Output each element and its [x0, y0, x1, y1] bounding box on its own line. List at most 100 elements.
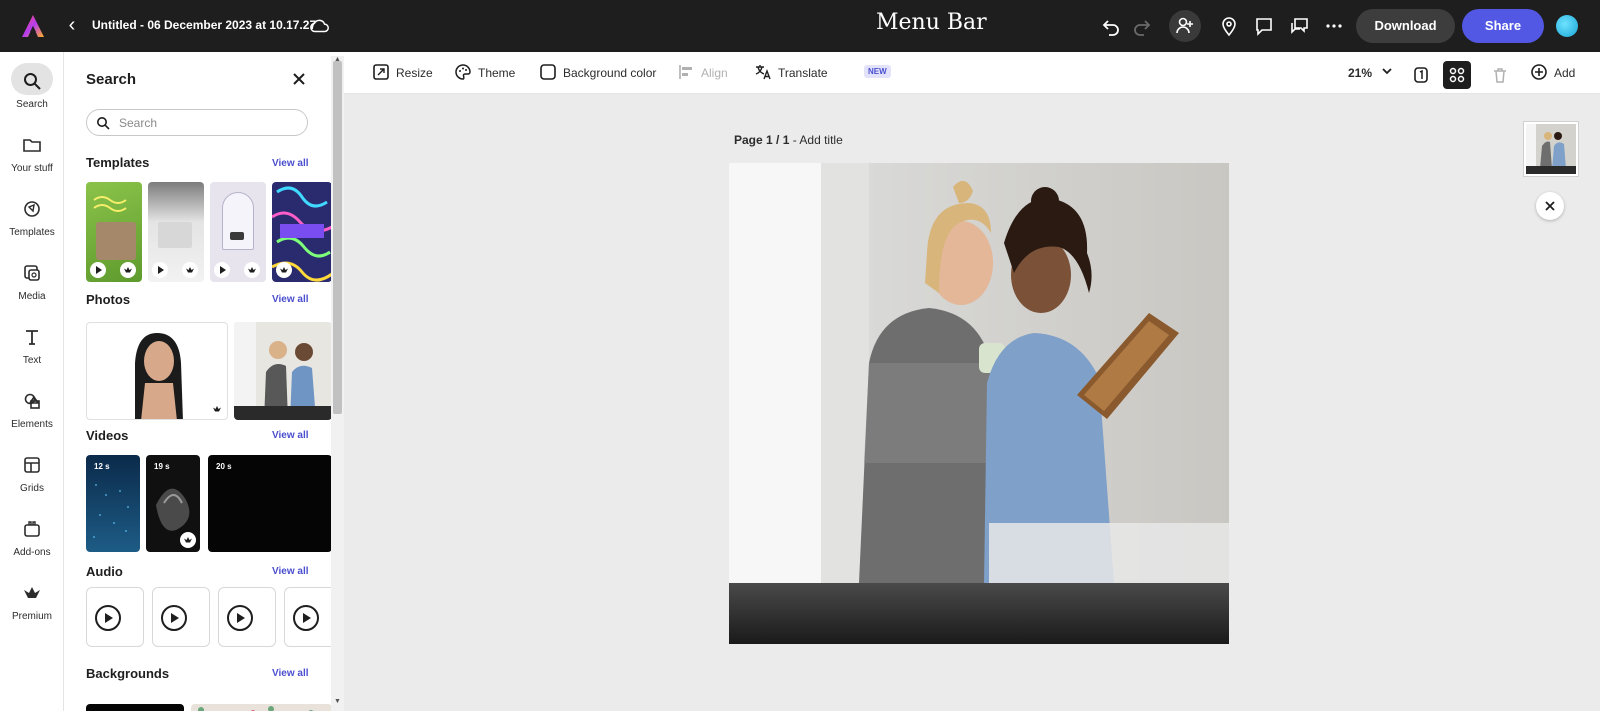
scrollbar-thumb[interactable] — [333, 61, 342, 414]
photos-section-title: Photos — [86, 292, 131, 307]
audio-track-card[interactable] — [152, 587, 210, 647]
video-thumbnail[interactable]: 20 s — [208, 455, 332, 552]
premium-crown-icon — [180, 532, 196, 548]
redo-icon — [1130, 14, 1154, 38]
trash-icon — [1486, 61, 1514, 89]
background-thumbnail[interactable] — [86, 704, 184, 711]
app-logo-icon[interactable] — [20, 13, 46, 39]
rail-item-your-stuff[interactable]: Your stuff — [0, 133, 64, 189]
chat-icon[interactable] — [1287, 14, 1311, 38]
text-icon — [20, 325, 44, 349]
zoom-level[interactable]: 21% — [1348, 66, 1372, 80]
backgrounds-section-title: Backgrounds — [86, 666, 170, 681]
more-options-icon[interactable] — [1322, 14, 1346, 38]
template-art — [222, 192, 254, 250]
template-thumbnail[interactable] — [272, 182, 332, 282]
panel-title: Search — [86, 71, 137, 88]
menu-bar-label: Menu Bar — [876, 10, 987, 35]
template-thumbnail[interactable] — [210, 182, 266, 282]
translate-icon — [755, 65, 771, 80]
rail-item-label: Media — [18, 291, 46, 302]
premium-crown-icon — [276, 262, 292, 278]
chevron-down-icon[interactable] — [1380, 64, 1394, 78]
video-thumbnail[interactable]: 12 s — [86, 455, 140, 552]
undo-icon[interactable] — [1099, 14, 1123, 38]
template-thumbnail[interactable] — [148, 182, 204, 282]
template-photo — [96, 222, 136, 260]
video-duration: 20 s — [216, 462, 232, 471]
editor-toolbar: Resize Theme Background color Align Tran… — [344, 52, 1600, 94]
search-input[interactable] — [119, 114, 299, 132]
cloud-sync-icon[interactable] — [309, 15, 331, 37]
page-thumbnail[interactable] — [1524, 122, 1578, 176]
rail-item-grids[interactable]: Grids — [0, 453, 64, 509]
rail-item-label: Templates — [9, 227, 55, 238]
canvas-photo[interactable] — [729, 163, 1229, 644]
avatar[interactable] — [1556, 15, 1578, 37]
scroll-down-arrow-icon[interactable]: ▼ — [334, 698, 341, 705]
panel-scrollbar[interactable]: ▲ ▼ — [331, 56, 344, 711]
grid-view-icon[interactable] — [1443, 61, 1471, 89]
audio-view-all-link[interactable]: View all — [272, 566, 309, 577]
page-count-icon[interactable] — [1407, 61, 1435, 89]
rail-item-text[interactable]: Text — [0, 325, 64, 381]
backgrounds-view-all-link[interactable]: View all — [272, 668, 309, 679]
play-icon[interactable] — [161, 605, 187, 631]
play-icon[interactable] — [95, 605, 121, 631]
addons-icon — [20, 517, 44, 541]
rail-item-templates[interactable]: Templates — [0, 197, 64, 253]
page-indicator: Page 1 / 1 - Add title — [734, 133, 843, 147]
template-thumbnail[interactable] — [86, 182, 142, 282]
crown-icon — [20, 581, 44, 605]
photos-view-all-link[interactable]: View all — [272, 294, 309, 305]
photo-thumbnail[interactable] — [86, 322, 228, 420]
rail-item-label: Search — [16, 99, 48, 110]
play-icon — [90, 262, 106, 278]
location-pin-icon[interactable] — [1217, 14, 1241, 38]
rail-item-elements[interactable]: Elements — [0, 389, 64, 445]
page-number: Page 1 / 1 — [734, 133, 790, 147]
videos-view-all-link[interactable]: View all — [272, 430, 309, 441]
rail-item-label: Your stuff — [11, 163, 53, 174]
download-button[interactable]: Download — [1356, 9, 1455, 43]
audio-track-card[interactable] — [86, 587, 144, 647]
rail-item-search[interactable]: Search — [0, 63, 64, 125]
premium-crown-icon — [182, 262, 198, 278]
close-icon[interactable] — [290, 70, 308, 88]
templates-view-all-link[interactable]: View all — [272, 158, 309, 169]
audio-track-card[interactable] — [218, 587, 276, 647]
video-duration: 12 s — [94, 462, 110, 471]
elements-icon — [20, 389, 44, 413]
play-icon — [152, 262, 168, 278]
templates-section-title: Templates — [86, 155, 150, 170]
left-rail: Search Your stuff Templates Media Text E… — [0, 52, 64, 711]
back-chevron-icon[interactable]: ‹ — [62, 14, 82, 38]
search-icon — [20, 69, 44, 93]
document-title[interactable]: Untitled - 06 December 2023 at 10.17.27 — [92, 18, 316, 32]
play-icon[interactable] — [293, 605, 319, 631]
close-icon[interactable] — [1536, 192, 1564, 220]
rail-item-premium[interactable]: Premium — [0, 581, 64, 637]
rail-item-add-ons[interactable]: Add-ons — [0, 517, 64, 573]
template-art — [92, 192, 136, 216]
photo-art — [234, 322, 332, 420]
play-icon — [214, 262, 230, 278]
theme-icon — [455, 64, 471, 80]
background-art — [198, 706, 314, 711]
photo-art — [729, 163, 1229, 644]
invite-collaborator-icon[interactable] — [1169, 10, 1201, 42]
photo-art — [135, 333, 183, 419]
photo-thumbnail[interactable] — [234, 322, 332, 420]
play-icon[interactable] — [227, 605, 253, 631]
video-thumbnail[interactable]: 19 s — [146, 455, 200, 552]
video-duration: 19 s — [154, 462, 170, 471]
background-thumbnail[interactable] — [191, 704, 332, 711]
rail-item-media[interactable]: Media — [0, 261, 64, 317]
share-button[interactable]: Share — [1462, 9, 1544, 43]
add-title-link[interactable]: Add title — [799, 133, 842, 147]
comment-icon[interactable] — [1252, 14, 1276, 38]
search-field[interactable] — [86, 109, 308, 136]
search-panel: Search Templates View all — [64, 52, 344, 711]
resize-icon — [373, 64, 389, 80]
folder-icon — [20, 133, 44, 157]
